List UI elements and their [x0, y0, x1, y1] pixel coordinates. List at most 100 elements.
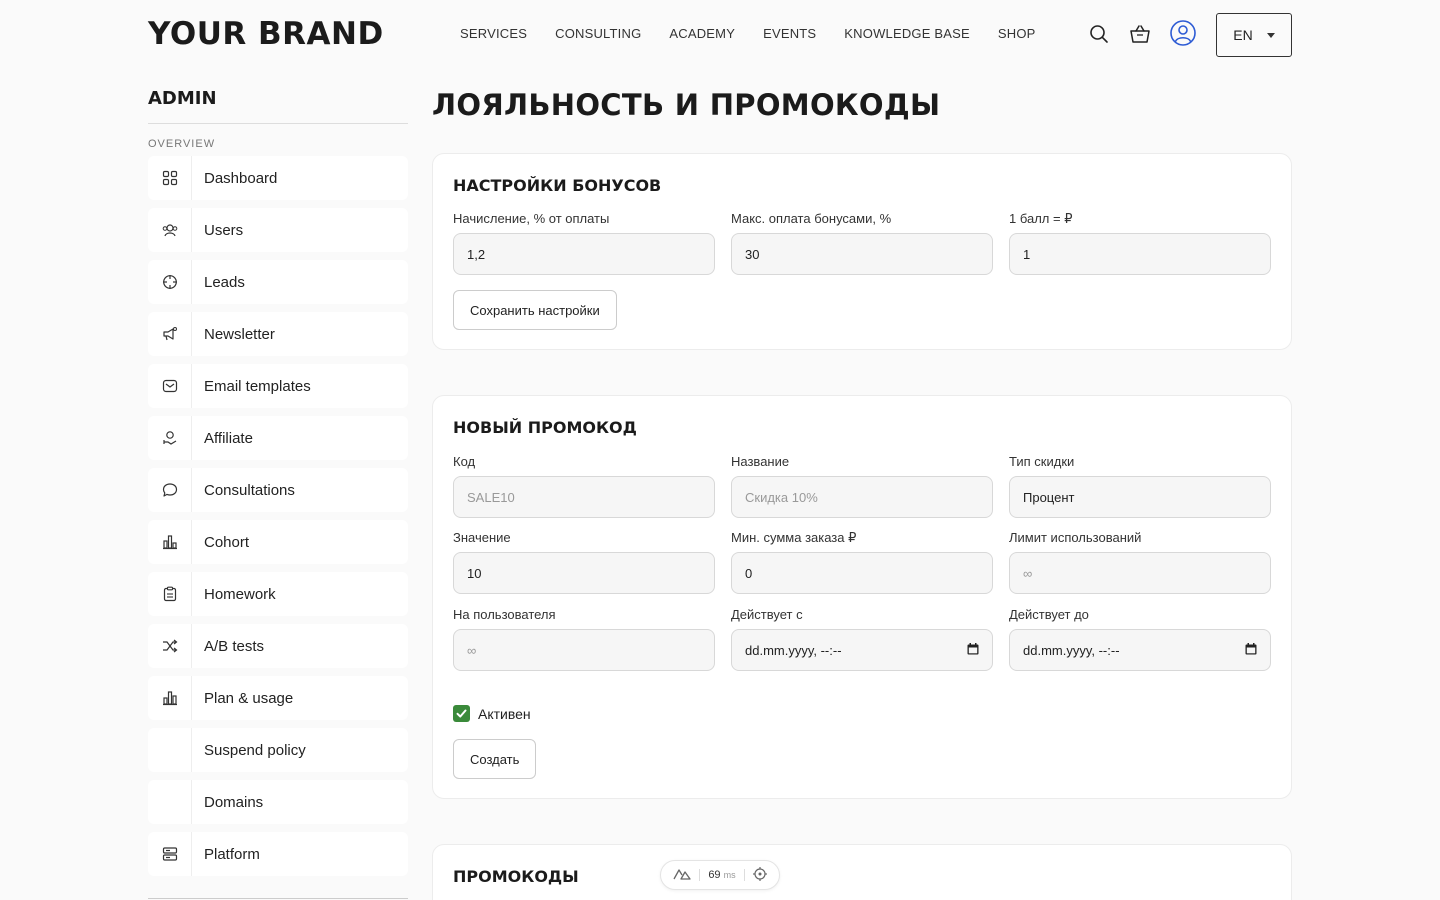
- sidebar-item-label: Newsletter: [204, 325, 275, 343]
- sidebar-item-label: Suspend policy: [204, 741, 306, 759]
- render-time-unit: ms: [723, 870, 736, 880]
- sidebar-item-label: Affiliate: [204, 429, 253, 447]
- max-bonus-input[interactable]: 30: [731, 233, 993, 275]
- inspect-icon[interactable]: [752, 866, 767, 884]
- chat-icon: [148, 468, 192, 512]
- promo-list-title: ПРОМОКОДЫ: [453, 867, 579, 886]
- nav-academy[interactable]: ACADEMY: [669, 26, 735, 41]
- valid-from-input[interactable]: dd.mm.yyyy, --:--: [731, 629, 993, 671]
- language-select[interactable]: EN: [1216, 13, 1292, 57]
- create-button[interactable]: Создать: [453, 739, 537, 779]
- nav-events[interactable]: EVENTS: [763, 26, 816, 41]
- sidebar-item-platform[interactable]: Platform: [148, 832, 408, 876]
- sidebar-item-label: A/B tests: [204, 637, 265, 655]
- per-user-label: На пользователя: [453, 607, 556, 622]
- nav-knowledge-base[interactable]: KNOWLEDGE BASE: [844, 26, 970, 41]
- server-icon: [148, 832, 192, 876]
- sidebar-item-label: Homework: [204, 585, 276, 603]
- nav-services[interactable]: SERVICES: [460, 26, 527, 41]
- accrual-label: Начисление, % от оплаты: [453, 211, 610, 226]
- nuxt-icon[interactable]: [673, 868, 691, 883]
- code-input[interactable]: SALE10: [453, 476, 715, 518]
- max-bonus-label: Макс. оплата бонусами, %: [731, 211, 892, 226]
- bonus-settings-card: НАСТРОЙКИ БОНУСОВ Начисление, % от оплат…: [432, 153, 1292, 350]
- value-input[interactable]: 10: [453, 552, 715, 594]
- sidebar-item-label: Domains: [204, 793, 264, 811]
- sidebar-item-consultations[interactable]: Consultations: [148, 468, 408, 512]
- dev-toolbar[interactable]: 69 ms: [660, 860, 780, 890]
- sidebar-item-ab-tests[interactable]: A/B tests: [148, 624, 408, 668]
- discount-type-label: Тип скидки: [1009, 454, 1075, 469]
- sidebar-item-newsletter[interactable]: Newsletter: [148, 312, 408, 356]
- value-label: Значение: [453, 530, 511, 545]
- promo-list-card: ПРОМОКОДЫ: [432, 844, 1292, 900]
- render-time-value: 69: [708, 869, 721, 881]
- sidebar-item-cohort[interactable]: Cohort: [148, 520, 408, 564]
- sidebar-item-label: Cohort: [204, 533, 250, 551]
- sidebar-item-users[interactable]: Users: [148, 208, 408, 252]
- per-user-field-group: На пользователя ∞: [453, 607, 715, 671]
- toolbar-divider: [743, 869, 745, 881]
- brand-logo[interactable]: YOUR BRAND: [148, 16, 384, 52]
- new-promo-card: НОВЫЙ ПРОМОКОД Код SALE10 Название Скидк…: [432, 395, 1292, 799]
- accrual-input[interactable]: 1,2: [453, 233, 715, 275]
- max-bonus-field-group: Макс. оплата бонусами, % 30: [731, 211, 993, 275]
- calendar-icon[interactable]: [1245, 642, 1257, 658]
- point-value-input[interactable]: 1: [1009, 233, 1271, 275]
- valid-from-label: Действует с: [731, 607, 803, 622]
- nav-consulting[interactable]: CONSULTING: [555, 26, 641, 41]
- target-icon: [148, 260, 192, 304]
- name-field-group: Название Скидка 10%: [731, 454, 993, 518]
- toolbar-divider: [699, 869, 701, 881]
- active-checkbox-group[interactable]: Активен: [453, 705, 531, 722]
- bars-icon: [148, 520, 192, 564]
- render-time: 69 ms: [708, 869, 735, 881]
- min-order-label: Мин. сумма заказа ₽: [731, 530, 857, 545]
- point-value-field-group: 1 балл = ₽ 1: [1009, 211, 1271, 275]
- grid-icon: [148, 156, 192, 200]
- valid-from-value: dd.mm.yyyy, --:--: [745, 642, 842, 658]
- usage-limit-input[interactable]: ∞: [1009, 552, 1271, 594]
- valid-to-input[interactable]: dd.mm.yyyy, --:--: [1009, 629, 1271, 671]
- min-order-field-group: Мин. сумма заказа ₽ 0: [731, 530, 993, 594]
- sidebar-item-dashboard[interactable]: Dashboard: [148, 156, 408, 200]
- discount-type-field-group: Тип скидки Процент: [1009, 454, 1271, 518]
- sidebar-item-homework[interactable]: Homework: [148, 572, 408, 616]
- sidebar-item-label: Email templates: [204, 377, 311, 395]
- code-label: Код: [453, 454, 476, 469]
- cart-icon[interactable]: [1128, 22, 1152, 46]
- main-nav: SERVICES CONSULTING ACADEMY EVENTS KNOWL…: [460, 26, 1036, 41]
- min-order-input[interactable]: 0: [731, 552, 993, 594]
- sidebar-item-label: Users: [204, 221, 244, 239]
- value-field-group: Значение 10: [453, 530, 715, 594]
- valid-from-field-group: Действует с dd.mm.yyyy, --:--: [731, 607, 993, 671]
- mail-icon: [148, 364, 192, 408]
- blank-icon: [148, 780, 192, 824]
- save-settings-button[interactable]: Сохранить настройки: [453, 290, 617, 330]
- users-icon: [148, 208, 192, 252]
- name-input[interactable]: Скидка 10%: [731, 476, 993, 518]
- usage-limit-label: Лимит использований: [1009, 530, 1142, 545]
- usage-limit-field-group: Лимит использований ∞: [1009, 530, 1271, 594]
- sidebar-item-plan-usage[interactable]: Plan & usage: [148, 676, 408, 720]
- calendar-icon[interactable]: [967, 642, 979, 658]
- discount-type-select[interactable]: Процент: [1009, 476, 1271, 518]
- search-icon[interactable]: [1087, 22, 1111, 46]
- user-icon[interactable]: [1170, 20, 1196, 46]
- per-user-input[interactable]: ∞: [453, 629, 715, 671]
- sidebar-item-affiliate[interactable]: Affiliate: [148, 416, 408, 460]
- nav-shop[interactable]: SHOP: [998, 26, 1036, 41]
- sidebar-item-email-templates[interactable]: Email templates: [148, 364, 408, 408]
- code-field-group: Код SALE10: [453, 454, 715, 518]
- valid-to-label: Действует до: [1009, 607, 1089, 622]
- accrual-field-group: Начисление, % от оплаты 1,2: [453, 211, 715, 275]
- sidebar-item-leads[interactable]: Leads: [148, 260, 408, 304]
- chart-icon: [148, 676, 192, 720]
- sidebar-divider: [148, 898, 408, 899]
- header: YOUR BRAND SERVICES CONSULTING ACADEMY E…: [0, 0, 1440, 70]
- new-promo-title: НОВЫЙ ПРОМОКОД: [453, 418, 637, 437]
- sidebar-item-suspend-policy[interactable]: Suspend policy: [148, 728, 408, 772]
- active-checkbox[interactable]: [453, 705, 470, 722]
- sidebar-item-label: Plan & usage: [204, 689, 294, 707]
- sidebar-item-domains[interactable]: Domains: [148, 780, 408, 824]
